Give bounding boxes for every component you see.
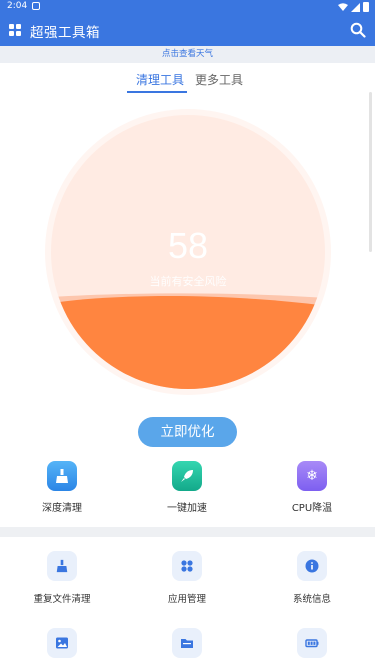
search-icon[interactable] xyxy=(350,22,366,38)
tool-app-management[interactable]: 应用管理 xyxy=(132,551,242,605)
quick-action-label: CPU降温 xyxy=(291,503,333,514)
signal-icon xyxy=(351,2,360,12)
optimize-button[interactable]: 立即优化 xyxy=(138,417,237,447)
broom-icon xyxy=(47,461,77,491)
tab-more-tools[interactable]: 更多工具 xyxy=(195,71,243,88)
tab-bar: 清理工具 更多工具 xyxy=(0,63,375,95)
section-divider xyxy=(0,527,375,537)
tool-duplicate-file-clean[interactable]: 重复文件清理 xyxy=(7,551,117,605)
status-time: 2:04 xyxy=(7,1,28,11)
snowflake-icon: ❄ xyxy=(297,461,327,491)
status-icons xyxy=(338,2,369,12)
security-status-label: 当前有安全风险 xyxy=(149,275,227,288)
weather-link[interactable]: 点击查看天气 xyxy=(0,46,375,63)
info-icon xyxy=(297,551,327,581)
tool-label: 应用管理 xyxy=(167,594,206,605)
security-score: 58 xyxy=(167,225,209,266)
tool-file-clean[interactable] xyxy=(132,628,242,658)
tool-label: 系统信息 xyxy=(292,594,331,605)
wifi-icon xyxy=(338,3,348,11)
rocket-icon xyxy=(172,461,202,491)
quick-action-cpu-cool[interactable]: ❄ CPU降温 xyxy=(272,461,352,514)
quick-action-label: 一键加速 xyxy=(167,503,207,514)
tab-clean-tools[interactable]: 清理工具 xyxy=(136,71,184,88)
battery-status-icon xyxy=(363,2,369,12)
quick-action-speed-up[interactable]: 一键加速 xyxy=(147,461,227,514)
app-title: 超强工具箱 xyxy=(30,25,100,41)
gauge-wave-front xyxy=(51,296,325,389)
tool-label: 重复文件清理 xyxy=(33,594,91,605)
battery-icon xyxy=(297,628,327,658)
tool-image-clean[interactable] xyxy=(7,628,117,658)
broom-icon xyxy=(47,551,77,581)
app-bar: 超强工具箱 xyxy=(0,14,375,46)
quick-action-deep-clean[interactable]: 深度清理 xyxy=(22,461,102,514)
tool-system-info[interactable]: 系统信息 xyxy=(257,551,367,605)
tool-battery[interactable] xyxy=(257,628,367,658)
notification-icon xyxy=(32,2,40,10)
menu-grid-icon[interactable] xyxy=(9,24,21,36)
folder-icon xyxy=(172,628,202,658)
quick-action-label: 深度清理 xyxy=(42,503,82,514)
apps-icon xyxy=(172,551,202,581)
scrollbar[interactable] xyxy=(369,92,372,252)
status-bar: 2:04 xyxy=(0,0,375,14)
tab-indicator xyxy=(127,91,187,93)
image-icon xyxy=(47,628,77,658)
